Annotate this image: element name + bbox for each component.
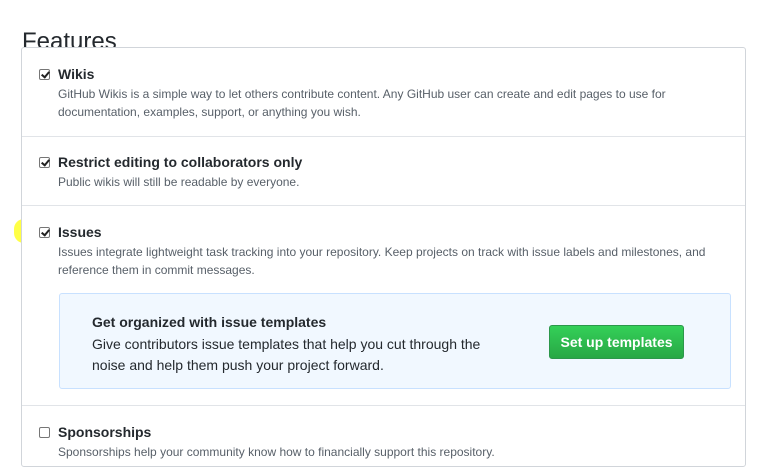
restrict-editing-checkbox[interactable]	[39, 157, 50, 168]
sponsorships-checkbox[interactable]	[39, 427, 50, 438]
feature-label: Wikis	[58, 66, 95, 82]
issue-templates-callout: Get organized with issue templates Give …	[59, 293, 731, 389]
callout-title: Get organized with issue templates	[92, 314, 327, 330]
feature-label: Restrict editing to collaborators only	[58, 154, 303, 170]
feature-description: Sponsorships help your community know ho…	[58, 445, 495, 459]
issues-checkbox[interactable]	[39, 227, 50, 238]
feature-description: GitHub Wikis is a simple way to let othe…	[58, 87, 666, 119]
callout-text: Give contributors issue templates that h…	[92, 336, 481, 373]
feature-sponsorships: Sponsorships Sponsorships help your comm…	[22, 406, 745, 468]
feature-label: Sponsorships	[58, 424, 152, 440]
feature-restrict-editing: Restrict editing to collaborators only P…	[22, 137, 745, 205]
set-up-templates-button[interactable]: Set up templates	[549, 325, 684, 359]
feature-wikis: Wikis GitHub Wikis is a simple way to le…	[22, 48, 745, 136]
feature-label: Issues	[58, 224, 102, 240]
feature-description: Public wikis will still be readable by e…	[58, 175, 300, 189]
wikis-checkbox[interactable]	[39, 69, 50, 80]
feature-description: Issues integrate lightweight task tracki…	[58, 245, 706, 277]
features-panel: Wikis GitHub Wikis is a simple way to le…	[21, 47, 746, 467]
feature-issues: Issues Issues integrate lightweight task…	[22, 206, 745, 405]
